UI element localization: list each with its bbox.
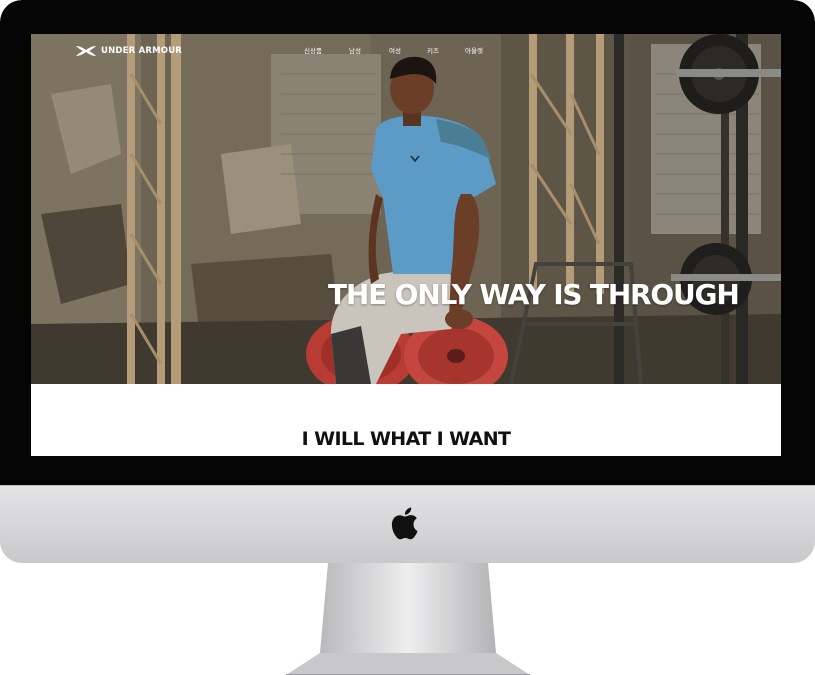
main-menu: 신상품 남성 여성 키즈 아울렛 [31, 45, 781, 57]
menu-item-outlet[interactable]: 아울렛 [465, 45, 483, 55]
top-navigation: UNDER ARMOUR 신상품 남성 여성 키즈 아울렛 [31, 34, 781, 68]
menu-item-men[interactable]: 남성 [349, 45, 361, 55]
menu-item-kids[interactable]: 키즈 [427, 45, 439, 55]
hero-banner: UNDER ARMOUR 신상품 남성 여성 키즈 아울렛 THE ONLY W… [31, 34, 781, 384]
imac-monitor: UNDER ARMOUR 신상품 남성 여성 키즈 아울렛 THE ONLY W… [0, 0, 815, 563]
hero-headline: THE ONLY WAY IS THROUGH [328, 278, 740, 311]
section-tagline: I WILL WHAT I WANT [301, 428, 511, 450]
hero-photo [31, 34, 781, 384]
menu-item-new-arrivals[interactable]: 신상품 [304, 45, 322, 55]
monitor-stand [286, 563, 530, 675]
website-screen: UNDER ARMOUR 신상품 남성 여성 키즈 아울렛 THE ONLY W… [31, 34, 781, 456]
content-section: I WILL WHAT I WANT [31, 384, 781, 456]
apple-logo-icon [391, 507, 418, 540]
menu-item-women[interactable]: 여성 [389, 45, 401, 55]
